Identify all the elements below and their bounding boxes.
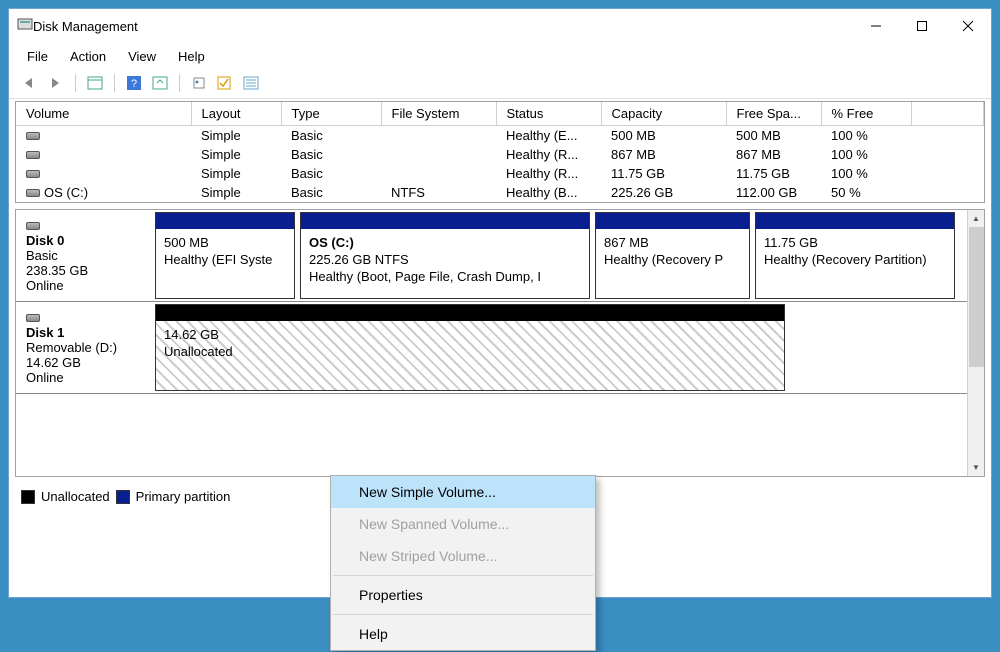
separator-icon bbox=[75, 74, 76, 92]
drive-icon bbox=[26, 222, 40, 230]
panel-icon[interactable] bbox=[84, 72, 106, 94]
partition-body: 14.62 GBUnallocated bbox=[156, 321, 784, 390]
legend-primary: Primary partition bbox=[136, 489, 231, 504]
col-volume[interactable]: Volume bbox=[16, 102, 191, 126]
menu-help[interactable]: Help bbox=[168, 47, 215, 66]
scroll-thumb[interactable] bbox=[969, 227, 984, 367]
partition-body: 867 MBHealthy (Recovery P bbox=[596, 229, 749, 298]
col-pct[interactable]: % Free bbox=[821, 102, 911, 126]
col-status[interactable]: Status bbox=[496, 102, 601, 126]
window-controls bbox=[853, 9, 991, 43]
disk-row: Disk 1Removable (D:)14.62 GBOnline14.62 … bbox=[16, 302, 967, 394]
refresh-icon[interactable] bbox=[149, 72, 171, 94]
partition-cap bbox=[156, 213, 294, 229]
svg-text:?: ? bbox=[131, 78, 137, 90]
partition-cap bbox=[301, 213, 589, 229]
list-icon[interactable] bbox=[240, 72, 262, 94]
col-capacity[interactable]: Capacity bbox=[601, 102, 726, 126]
app-icon bbox=[17, 16, 33, 37]
minimize-button[interactable] bbox=[853, 9, 899, 43]
partition-cap bbox=[596, 213, 749, 229]
legend-unallocated: Unallocated bbox=[41, 489, 110, 504]
partition-cap bbox=[156, 305, 784, 321]
partition[interactable]: 14.62 GBUnallocated bbox=[155, 304, 785, 391]
toolbar: ? bbox=[9, 70, 991, 99]
partition[interactable]: 867 MBHealthy (Recovery P bbox=[595, 212, 750, 299]
menu-new-striped-volume: New Striped Volume... bbox=[331, 540, 595, 572]
check-icon[interactable] bbox=[214, 72, 236, 94]
menu-bar: File Action View Help bbox=[9, 43, 991, 70]
separator-icon bbox=[179, 74, 180, 92]
disk-header[interactable]: Disk 0Basic238.35 GBOnline bbox=[16, 210, 151, 301]
disk-header[interactable]: Disk 1Removable (D:)14.62 GBOnline bbox=[16, 302, 151, 393]
partition[interactable]: 11.75 GBHealthy (Recovery Partition) bbox=[755, 212, 955, 299]
drive-icon bbox=[26, 170, 40, 178]
scrollbar[interactable]: ▲ ▼ bbox=[967, 210, 984, 476]
menu-new-spanned-volume: New Spanned Volume... bbox=[331, 508, 595, 540]
menu-action[interactable]: Action bbox=[60, 47, 116, 66]
properties-icon[interactable] bbox=[188, 72, 210, 94]
partition-body: OS (C:)225.26 GB NTFSHealthy (Boot, Page… bbox=[301, 229, 589, 298]
drive-icon bbox=[26, 151, 40, 159]
menu-new-simple-volume[interactable]: New Simple Volume... bbox=[331, 476, 595, 508]
col-empty bbox=[911, 102, 984, 126]
menu-file[interactable]: File bbox=[17, 47, 58, 66]
table-row[interactable]: SimpleBasicHealthy (R...867 MB867 MB100 … bbox=[16, 145, 984, 164]
menu-properties[interactable]: Properties bbox=[331, 579, 595, 611]
menu-help[interactable]: Help bbox=[331, 618, 595, 650]
col-layout[interactable]: Layout bbox=[191, 102, 281, 126]
drive-icon bbox=[26, 314, 40, 322]
help-icon[interactable]: ? bbox=[123, 72, 145, 94]
context-menu: New Simple Volume... New Spanned Volume.… bbox=[330, 475, 596, 651]
volume-list: Volume Layout Type File System Status Ca… bbox=[15, 101, 985, 203]
drive-icon bbox=[26, 189, 40, 197]
col-fs[interactable]: File System bbox=[381, 102, 496, 126]
col-type[interactable]: Type bbox=[281, 102, 381, 126]
partition[interactable]: OS (C:)225.26 GB NTFSHealthy (Boot, Page… bbox=[300, 212, 590, 299]
partition-body: 11.75 GBHealthy (Recovery Partition) bbox=[756, 229, 954, 298]
close-button[interactable] bbox=[945, 9, 991, 43]
partition[interactable]: 500 MBHealthy (EFI Syste bbox=[155, 212, 295, 299]
graphical-view: Disk 0Basic238.35 GBOnline500 MBHealthy … bbox=[15, 209, 985, 477]
disk-parts: 14.62 GBUnallocated bbox=[151, 302, 967, 393]
maximize-button[interactable] bbox=[899, 9, 945, 43]
title-bar: Disk Management bbox=[9, 9, 991, 43]
scroll-down-icon[interactable]: ▼ bbox=[968, 459, 984, 476]
title-text: Disk Management bbox=[33, 19, 853, 34]
scroll-up-icon[interactable]: ▲ bbox=[968, 210, 984, 227]
disk-row: Disk 0Basic238.35 GBOnline500 MBHealthy … bbox=[16, 210, 967, 302]
separator-icon bbox=[114, 74, 115, 92]
table-row[interactable]: SimpleBasicHealthy (E...500 MB500 MB100 … bbox=[16, 126, 984, 146]
drive-icon bbox=[26, 132, 40, 140]
partition-body: 500 MBHealthy (EFI Syste bbox=[156, 229, 294, 298]
table-row[interactable]: OS (C:)SimpleBasicNTFSHealthy (B...225.2… bbox=[16, 183, 984, 202]
swatch-primary bbox=[116, 490, 130, 504]
separator-icon bbox=[333, 614, 593, 615]
disk-parts: 500 MBHealthy (EFI SysteOS (C:)225.26 GB… bbox=[151, 210, 967, 301]
table-header-row: Volume Layout Type File System Status Ca… bbox=[16, 102, 984, 126]
partition-cap bbox=[756, 213, 954, 229]
separator-icon bbox=[333, 575, 593, 576]
col-free[interactable]: Free Spa... bbox=[726, 102, 821, 126]
back-icon[interactable] bbox=[19, 72, 41, 94]
forward-icon[interactable] bbox=[45, 72, 67, 94]
swatch-unallocated bbox=[21, 490, 35, 504]
menu-view[interactable]: View bbox=[118, 47, 166, 66]
table-row[interactable]: SimpleBasicHealthy (R...11.75 GB11.75 GB… bbox=[16, 164, 984, 183]
